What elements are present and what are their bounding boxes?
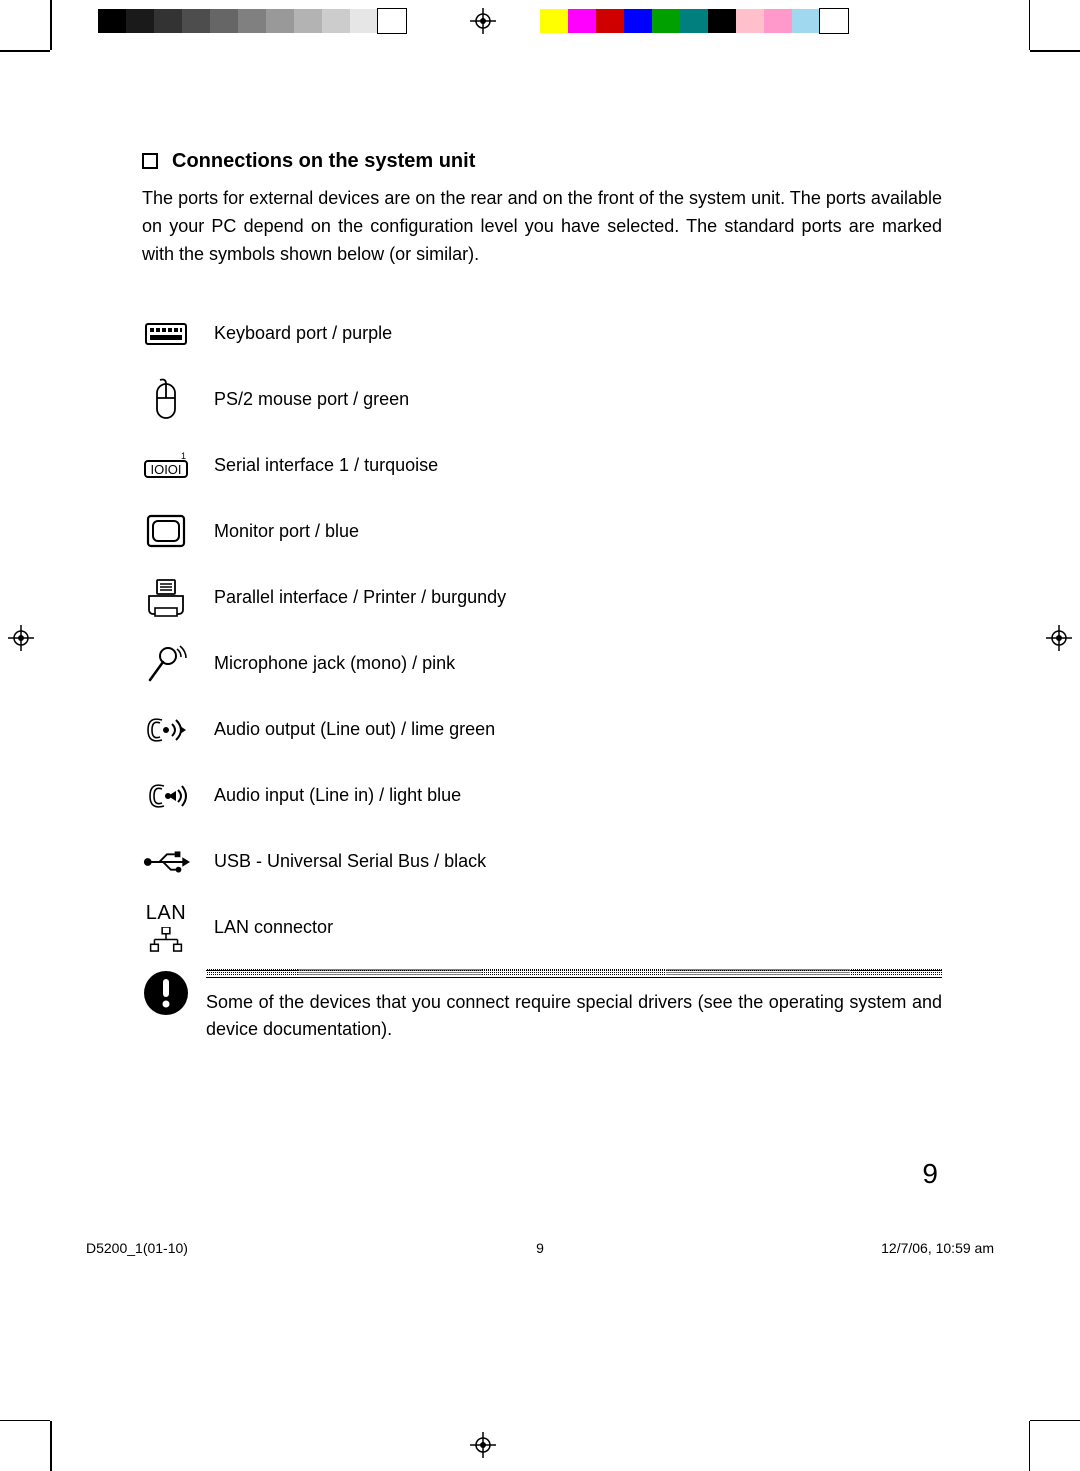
registration-mark-icon [1046, 625, 1072, 656]
port-row-microphone: Microphone jack (mono) / pink [142, 639, 942, 689]
microphone-icon [142, 640, 190, 688]
port-label: Audio output (Line out) / lime green [214, 719, 495, 740]
port-list: Keyboard port / purple PS/2 mouse port /… [142, 309, 942, 953]
port-label: Audio input (Line in) / light blue [214, 785, 461, 806]
svg-text:IOIOI: IOIOI [150, 462, 181, 477]
note-block: Some of the devices that you connect req… [142, 969, 942, 1043]
monitor-icon [142, 508, 190, 556]
print-footer: D5200_1(01-10) 9 12/7/06, 10:59 am [86, 1240, 994, 1256]
crop-mark [0, 50, 50, 52]
crop-mark [0, 1420, 50, 1422]
port-label: LAN connector [214, 917, 333, 938]
port-label: Microphone jack (mono) / pink [214, 653, 455, 674]
port-label: PS/2 mouse port / green [214, 389, 409, 410]
registration-mark-icon [8, 625, 34, 656]
port-row-keyboard: Keyboard port / purple [142, 309, 942, 359]
port-label: Monitor port / blue [214, 521, 359, 542]
crop-mark [50, 1421, 52, 1471]
square-bullet-icon [142, 153, 158, 169]
note-text: Some of the devices that you connect req… [206, 989, 942, 1043]
port-row-lan: LAN LAN connector [142, 903, 942, 953]
crop-mark [1030, 50, 1080, 52]
page-number: 9 [922, 1158, 938, 1190]
line-in-icon [142, 772, 190, 820]
serial-icon: 1IOIOI [142, 442, 190, 490]
footer-center: 9 [86, 1240, 994, 1256]
note-divider [206, 969, 942, 975]
page-content: Connections on the system unit The ports… [142, 150, 942, 1043]
port-label: Keyboard port / purple [214, 323, 392, 344]
keyboard-icon [142, 310, 190, 358]
crop-mark [50, 0, 52, 50]
section-heading-text: Connections on the system unit [172, 150, 475, 173]
crop-mark [1030, 1420, 1080, 1422]
port-label: Serial interface 1 / turquoise [214, 455, 438, 476]
port-row-usb: USB - Universal Serial Bus / black [142, 837, 942, 887]
port-row-line-in: Audio input (Line in) / light blue [142, 771, 942, 821]
attention-icon [142, 969, 190, 1017]
intro-paragraph: The ports for external devices are on th… [142, 185, 942, 269]
port-row-serial: 1IOIOI Serial interface 1 / turquoise [142, 441, 942, 491]
port-row-parallel: Parallel interface / Printer / burgundy [142, 573, 942, 623]
port-row-line-out: Audio output (Line out) / lime green [142, 705, 942, 755]
usb-icon [142, 838, 190, 886]
port-row-mouse: PS/2 mouse port / green [142, 375, 942, 425]
registration-mark-icon [470, 1432, 496, 1463]
lan-caption: LAN [146, 902, 186, 925]
mouse-icon [142, 376, 190, 424]
registration-mark-icon [470, 8, 496, 39]
port-row-monitor: Monitor port / blue [142, 507, 942, 557]
line-out-icon [142, 706, 190, 754]
printer-icon [142, 574, 190, 622]
port-label: Parallel interface / Printer / burgundy [214, 587, 506, 608]
crop-mark [1029, 0, 1031, 50]
color-calibration-bar [540, 9, 848, 33]
crop-mark [1029, 1421, 1031, 1471]
grayscale-calibration-bar [98, 9, 406, 33]
section-heading: Connections on the system unit [142, 150, 942, 173]
port-label: USB - Universal Serial Bus / black [214, 851, 486, 872]
lan-icon: LAN [142, 904, 190, 952]
svg-text:1: 1 [181, 451, 186, 461]
